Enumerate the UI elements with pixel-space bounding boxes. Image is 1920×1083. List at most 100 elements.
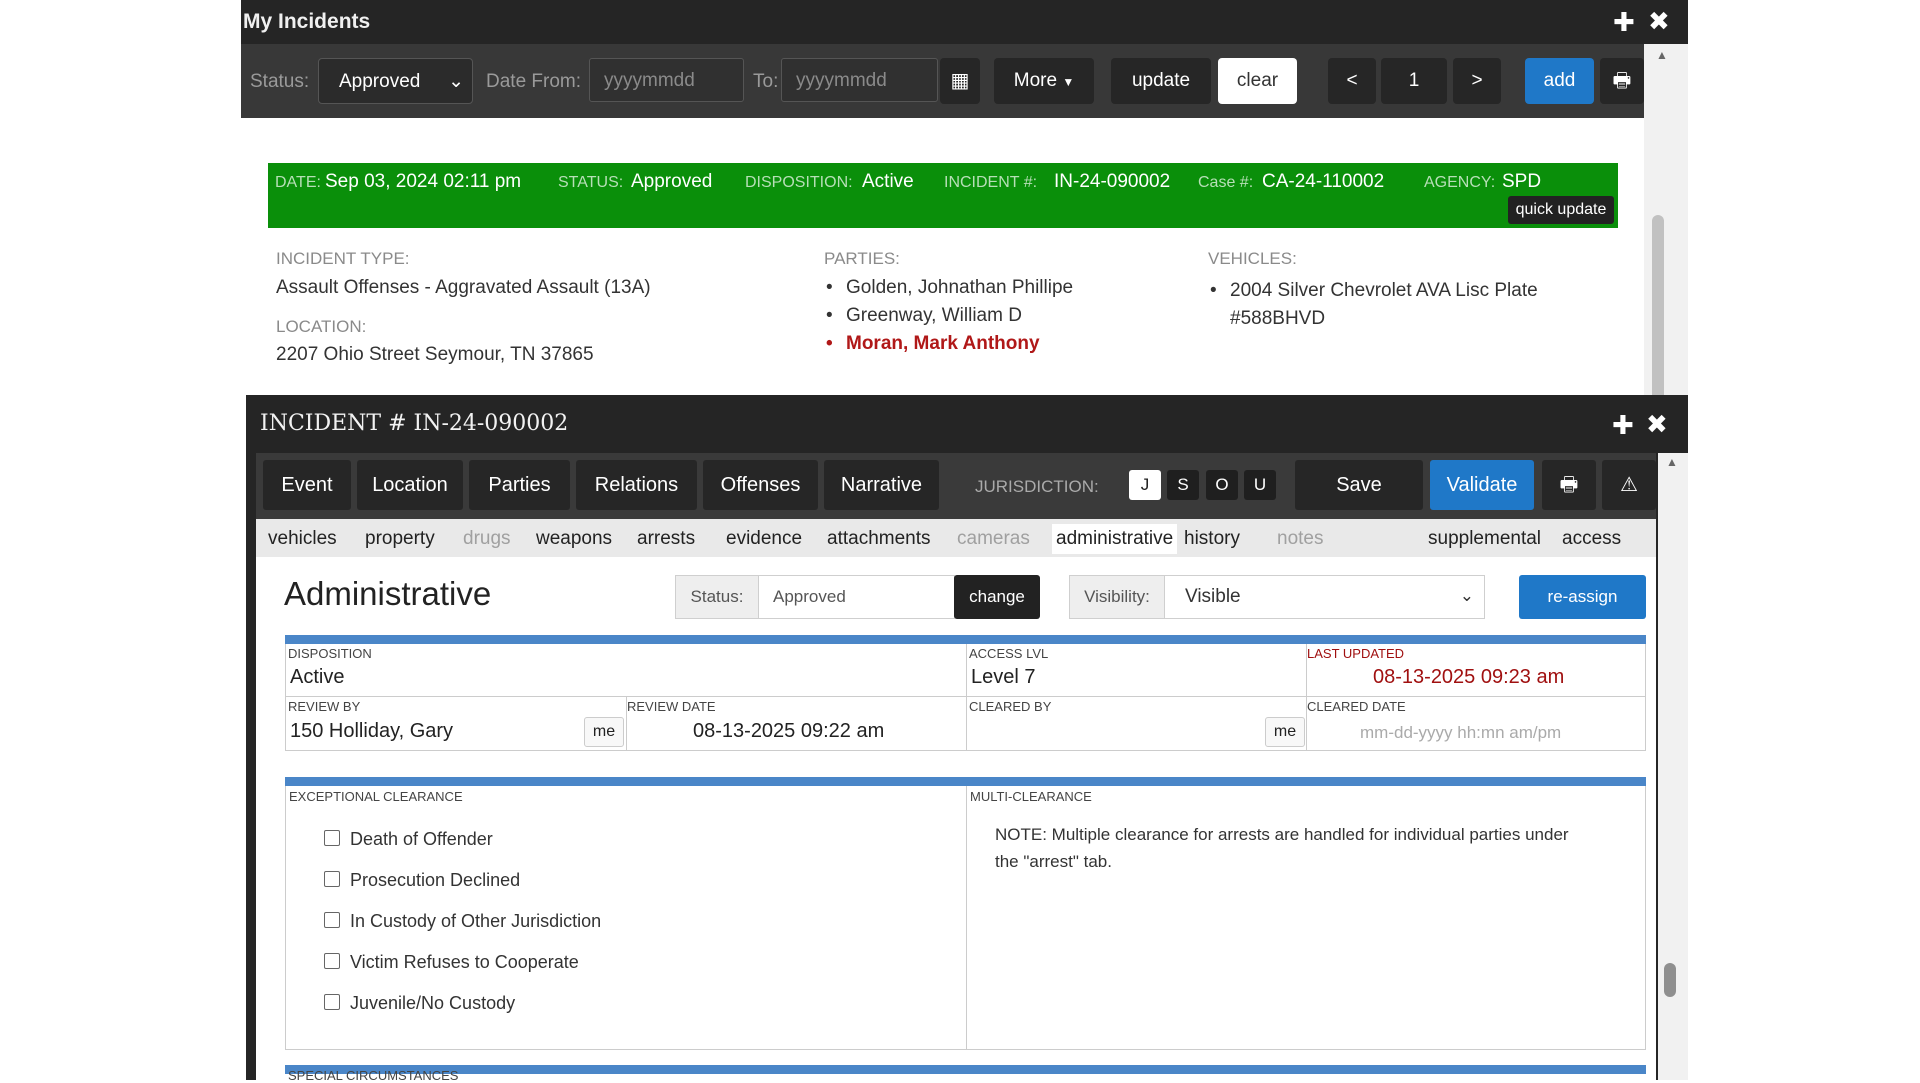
status-label: Status: bbox=[250, 71, 310, 92]
access-level-cell[interactable]: ACCESS LVL Level 7 bbox=[966, 644, 1306, 697]
review-by-me-button[interactable]: me bbox=[584, 717, 624, 747]
tab-event[interactable]: Event bbox=[263, 460, 351, 510]
checkbox[interactable] bbox=[324, 953, 340, 969]
subnav-supplemental[interactable]: supplemental bbox=[1428, 528, 1541, 550]
section-title: Administrative bbox=[284, 575, 492, 612]
jurisdiction-s-button[interactable]: S bbox=[1167, 470, 1199, 500]
review-date-cell[interactable]: REVIEW DATE 08-13-2025 09:22 am bbox=[626, 697, 966, 751]
agency-label: AGENCY: bbox=[1424, 174, 1496, 191]
more-button[interactable]: More ▼ bbox=[994, 58, 1094, 104]
cleared-by-me-button[interactable]: me bbox=[1265, 717, 1305, 747]
section-divider bbox=[285, 635, 1646, 644]
reassign-button[interactable]: re-assign bbox=[1519, 575, 1646, 619]
subnav-drugs: drugs bbox=[463, 528, 511, 549]
subnav-history[interactable]: history bbox=[1184, 528, 1240, 550]
update-button[interactable]: update bbox=[1111, 58, 1211, 104]
chevron-down-icon: ⌄ bbox=[448, 71, 464, 92]
checkbox[interactable] bbox=[324, 830, 340, 846]
add-window-icon[interactable]: ✚ bbox=[1612, 412, 1634, 438]
multi-clearance-label: MULTI-CLEARANCE bbox=[970, 789, 1092, 804]
jurisdiction-j-button[interactable]: J bbox=[1129, 470, 1161, 500]
parties-label: PARTIES: bbox=[824, 249, 900, 268]
subnav-property[interactable]: property bbox=[365, 528, 435, 550]
location-label: LOCATION: bbox=[276, 317, 367, 336]
subnav-evidence[interactable]: evidence bbox=[726, 528, 802, 550]
tab-narrative[interactable]: Narrative bbox=[824, 460, 939, 510]
quick-update-button[interactable]: quick update bbox=[1508, 196, 1614, 224]
cleared-by-cell[interactable]: CLEARED BY me bbox=[966, 697, 1306, 751]
scrollbar-thumb[interactable] bbox=[1664, 963, 1676, 997]
print-button[interactable]: 🖶 bbox=[1600, 58, 1644, 104]
subnav-administrative[interactable]: administrative bbox=[1052, 524, 1178, 554]
last-updated-value: 08-13-2025 09:23 am bbox=[1373, 666, 1565, 688]
party-item[interactable]: Greenway, William D bbox=[824, 305, 1073, 333]
subnav-weapons[interactable]: weapons bbox=[536, 528, 612, 550]
subnav-arrests[interactable]: arrests bbox=[637, 528, 695, 550]
date-label: DATE: bbox=[275, 174, 321, 191]
prev-page-button[interactable]: < bbox=[1328, 58, 1376, 104]
subnav-cameras: cameras bbox=[957, 528, 1030, 549]
jurisdiction-o-button[interactable]: O bbox=[1206, 470, 1238, 500]
tab-relations[interactable]: Relations bbox=[576, 460, 697, 510]
warning-icon: ⚠ bbox=[1620, 474, 1638, 496]
calendar-icon: ▦ bbox=[950, 70, 970, 92]
vehicle-item[interactable]: 2004 Silver Chevrolet AVA Lisc Plate #58… bbox=[1208, 277, 1548, 333]
add-button[interactable]: add bbox=[1525, 58, 1594, 104]
save-button[interactable]: Save bbox=[1295, 460, 1423, 510]
incident-summary-banner[interactable]: DATE: Sep 03, 2024 02:11 pm STATUS: Appr… bbox=[268, 163, 1618, 228]
incidents-toolbar: Status: Approved ⌄ Date From: yyyymmdd T… bbox=[241, 44, 1644, 118]
checkbox[interactable] bbox=[324, 871, 340, 887]
visibility-select-value[interactable]: Visible bbox=[1185, 576, 1241, 618]
status-value: Approved bbox=[631, 171, 713, 192]
next-page-button[interactable]: > bbox=[1453, 58, 1501, 104]
party-item[interactable]: Golden, Johnathan Phillipe bbox=[824, 277, 1073, 305]
print-button[interactable]: 🖶 bbox=[1542, 460, 1596, 510]
subnav-access[interactable]: access bbox=[1562, 528, 1621, 550]
change-status-button[interactable]: change bbox=[954, 575, 1040, 619]
tab-offenses[interactable]: Offenses bbox=[703, 460, 818, 510]
incident-detail-window: INCIDENT # IN-24-090002 ✚ ✖ Event Locati… bbox=[246, 395, 1688, 1083]
window-titlebar: INCIDENT # IN-24-090002 ✚ ✖ bbox=[246, 395, 1688, 453]
status-value: Approved bbox=[773, 587, 846, 606]
scrollbar-thumb[interactable] bbox=[1652, 215, 1664, 415]
warning-button[interactable]: ⚠ bbox=[1602, 460, 1656, 510]
jurisdiction-u-button[interactable]: U bbox=[1244, 470, 1276, 500]
review-date-label: REVIEW DATE bbox=[627, 699, 716, 714]
printer-icon: 🖶 bbox=[1612, 70, 1632, 92]
disposition-label: DISPOSITION bbox=[288, 646, 372, 661]
review-by-cell[interactable]: REVIEW BY 150 Holliday, Gary me bbox=[285, 697, 626, 751]
close-icon[interactable]: ✖ bbox=[1648, 8, 1670, 34]
case-number-value: CA-24-110002 bbox=[1262, 171, 1385, 192]
tab-parties[interactable]: Parties bbox=[469, 460, 570, 510]
checkbox[interactable] bbox=[324, 994, 340, 1010]
access-level-label: ACCESS LVL bbox=[969, 646, 1049, 661]
date-to-input[interactable]: yyyymmdd bbox=[781, 58, 938, 102]
date-from-input[interactable]: yyyymmdd bbox=[589, 58, 744, 102]
page-number[interactable]: 1 bbox=[1381, 58, 1447, 104]
visibility-field[interactable]: Visibility: Visible ⌄ bbox=[1069, 575, 1485, 619]
incident-number-label: INCIDENT #: bbox=[944, 174, 1038, 191]
incident-tabs-bar: Event Location Parties Relations Offense… bbox=[256, 453, 1656, 519]
cleared-date-cell[interactable]: CLEARED DATE mm-dd-yyyy hh:mn am/pm bbox=[1306, 697, 1646, 751]
disposition-cell[interactable]: DISPOSITION Active bbox=[285, 644, 966, 697]
validate-button[interactable]: Validate bbox=[1430, 460, 1534, 510]
scroll-up-icon[interactable]: ▲ bbox=[1656, 48, 1668, 62]
checkbox-label: Death of Offender bbox=[350, 829, 493, 849]
clear-button[interactable]: clear bbox=[1218, 58, 1297, 104]
subnav-attachments[interactable]: attachments bbox=[827, 528, 931, 550]
close-icon[interactable]: ✖ bbox=[1646, 411, 1668, 437]
window-title: My Incidents bbox=[243, 10, 371, 33]
subnav-vehicles[interactable]: vehicles bbox=[268, 528, 337, 550]
tab-location[interactable]: Location bbox=[357, 460, 463, 510]
checkbox-label: Prosecution Declined bbox=[350, 870, 521, 890]
party-item-highlighted[interactable]: Moran, Mark Anthony bbox=[824, 333, 1073, 361]
checkbox[interactable] bbox=[324, 912, 340, 928]
subnav-notes: notes bbox=[1277, 528, 1324, 549]
scroll-up-icon[interactable]: ▲ bbox=[1666, 455, 1678, 469]
case-number-label: Case #: bbox=[1198, 174, 1254, 191]
add-window-icon[interactable]: ✚ bbox=[1613, 9, 1635, 35]
exceptional-clearance-label: EXCEPTIONAL CLEARANCE bbox=[289, 789, 463, 804]
calendar-button[interactable]: ▦ bbox=[940, 58, 980, 104]
cleared-date-input[interactable]: mm-dd-yyyy hh:mn am/pm bbox=[1360, 723, 1561, 743]
status-select[interactable]: Approved ⌄ bbox=[318, 58, 473, 104]
